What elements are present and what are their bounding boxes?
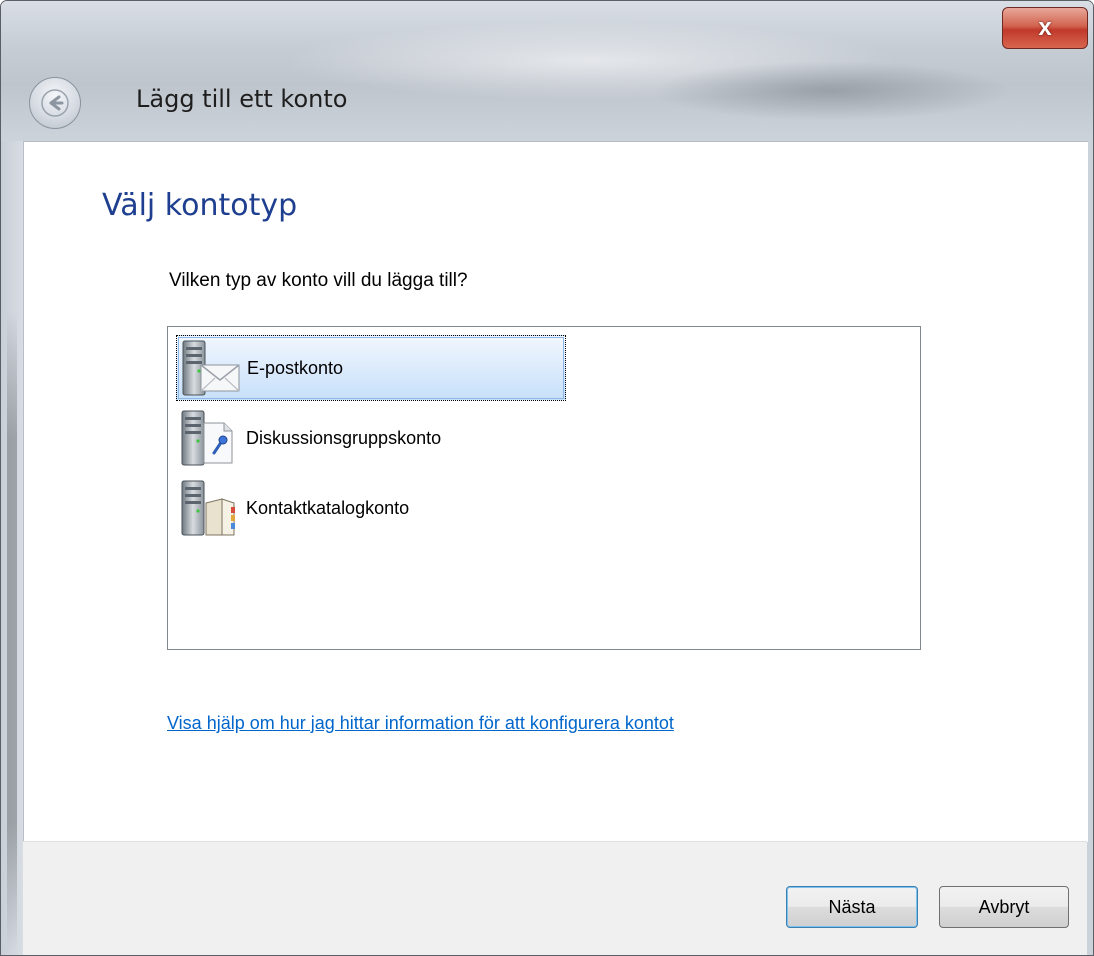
question-label: Vilken typ av konto vill du lägga till? (169, 270, 468, 291)
back-arrow-icon (41, 89, 69, 117)
list-item-label: E-postkonto (247, 357, 344, 378)
close-icon: x (1038, 14, 1052, 41)
mail-server-icon (177, 337, 243, 399)
cancel-button[interactable]: Avbryt (939, 886, 1069, 928)
title-bar (1, 1, 1093, 141)
page-title: Välj kontotyp (102, 188, 298, 223)
list-item-label: Diskussionsgruppskonto (246, 427, 442, 448)
next-button[interactable]: Nästa (786, 886, 918, 928)
list-item-email-account[interactable]: E-postkonto (176, 335, 566, 401)
newsgroup-server-icon (176, 407, 242, 469)
wizard-content: Välj kontotyp Vilken typ av konto vill d… (23, 141, 1088, 842)
list-item-directory-account[interactable]: Kontaktkatalogkonto (176, 475, 566, 541)
window-title: Lägg till ett konto (136, 85, 348, 113)
back-button[interactable] (29, 77, 81, 129)
list-item-newsgroup-account[interactable]: Diskussionsgruppskonto (176, 405, 566, 471)
directory-server-icon (176, 477, 242, 539)
help-link[interactable]: Visa hjälp om hur jag hittar information… (167, 713, 674, 734)
account-type-list[interactable]: E-postkonto Diskussionsgruppskonto Konta… (167, 326, 921, 650)
window-frame-left (1, 141, 23, 955)
list-item-label: Kontaktkatalogkonto (246, 497, 410, 518)
dialog-window: x Lägg till ett konto Välj kontotyp Vilk… (0, 0, 1094, 956)
button-bar: Nästa Avbryt (23, 841, 1087, 955)
close-button[interactable]: x (1002, 7, 1088, 49)
